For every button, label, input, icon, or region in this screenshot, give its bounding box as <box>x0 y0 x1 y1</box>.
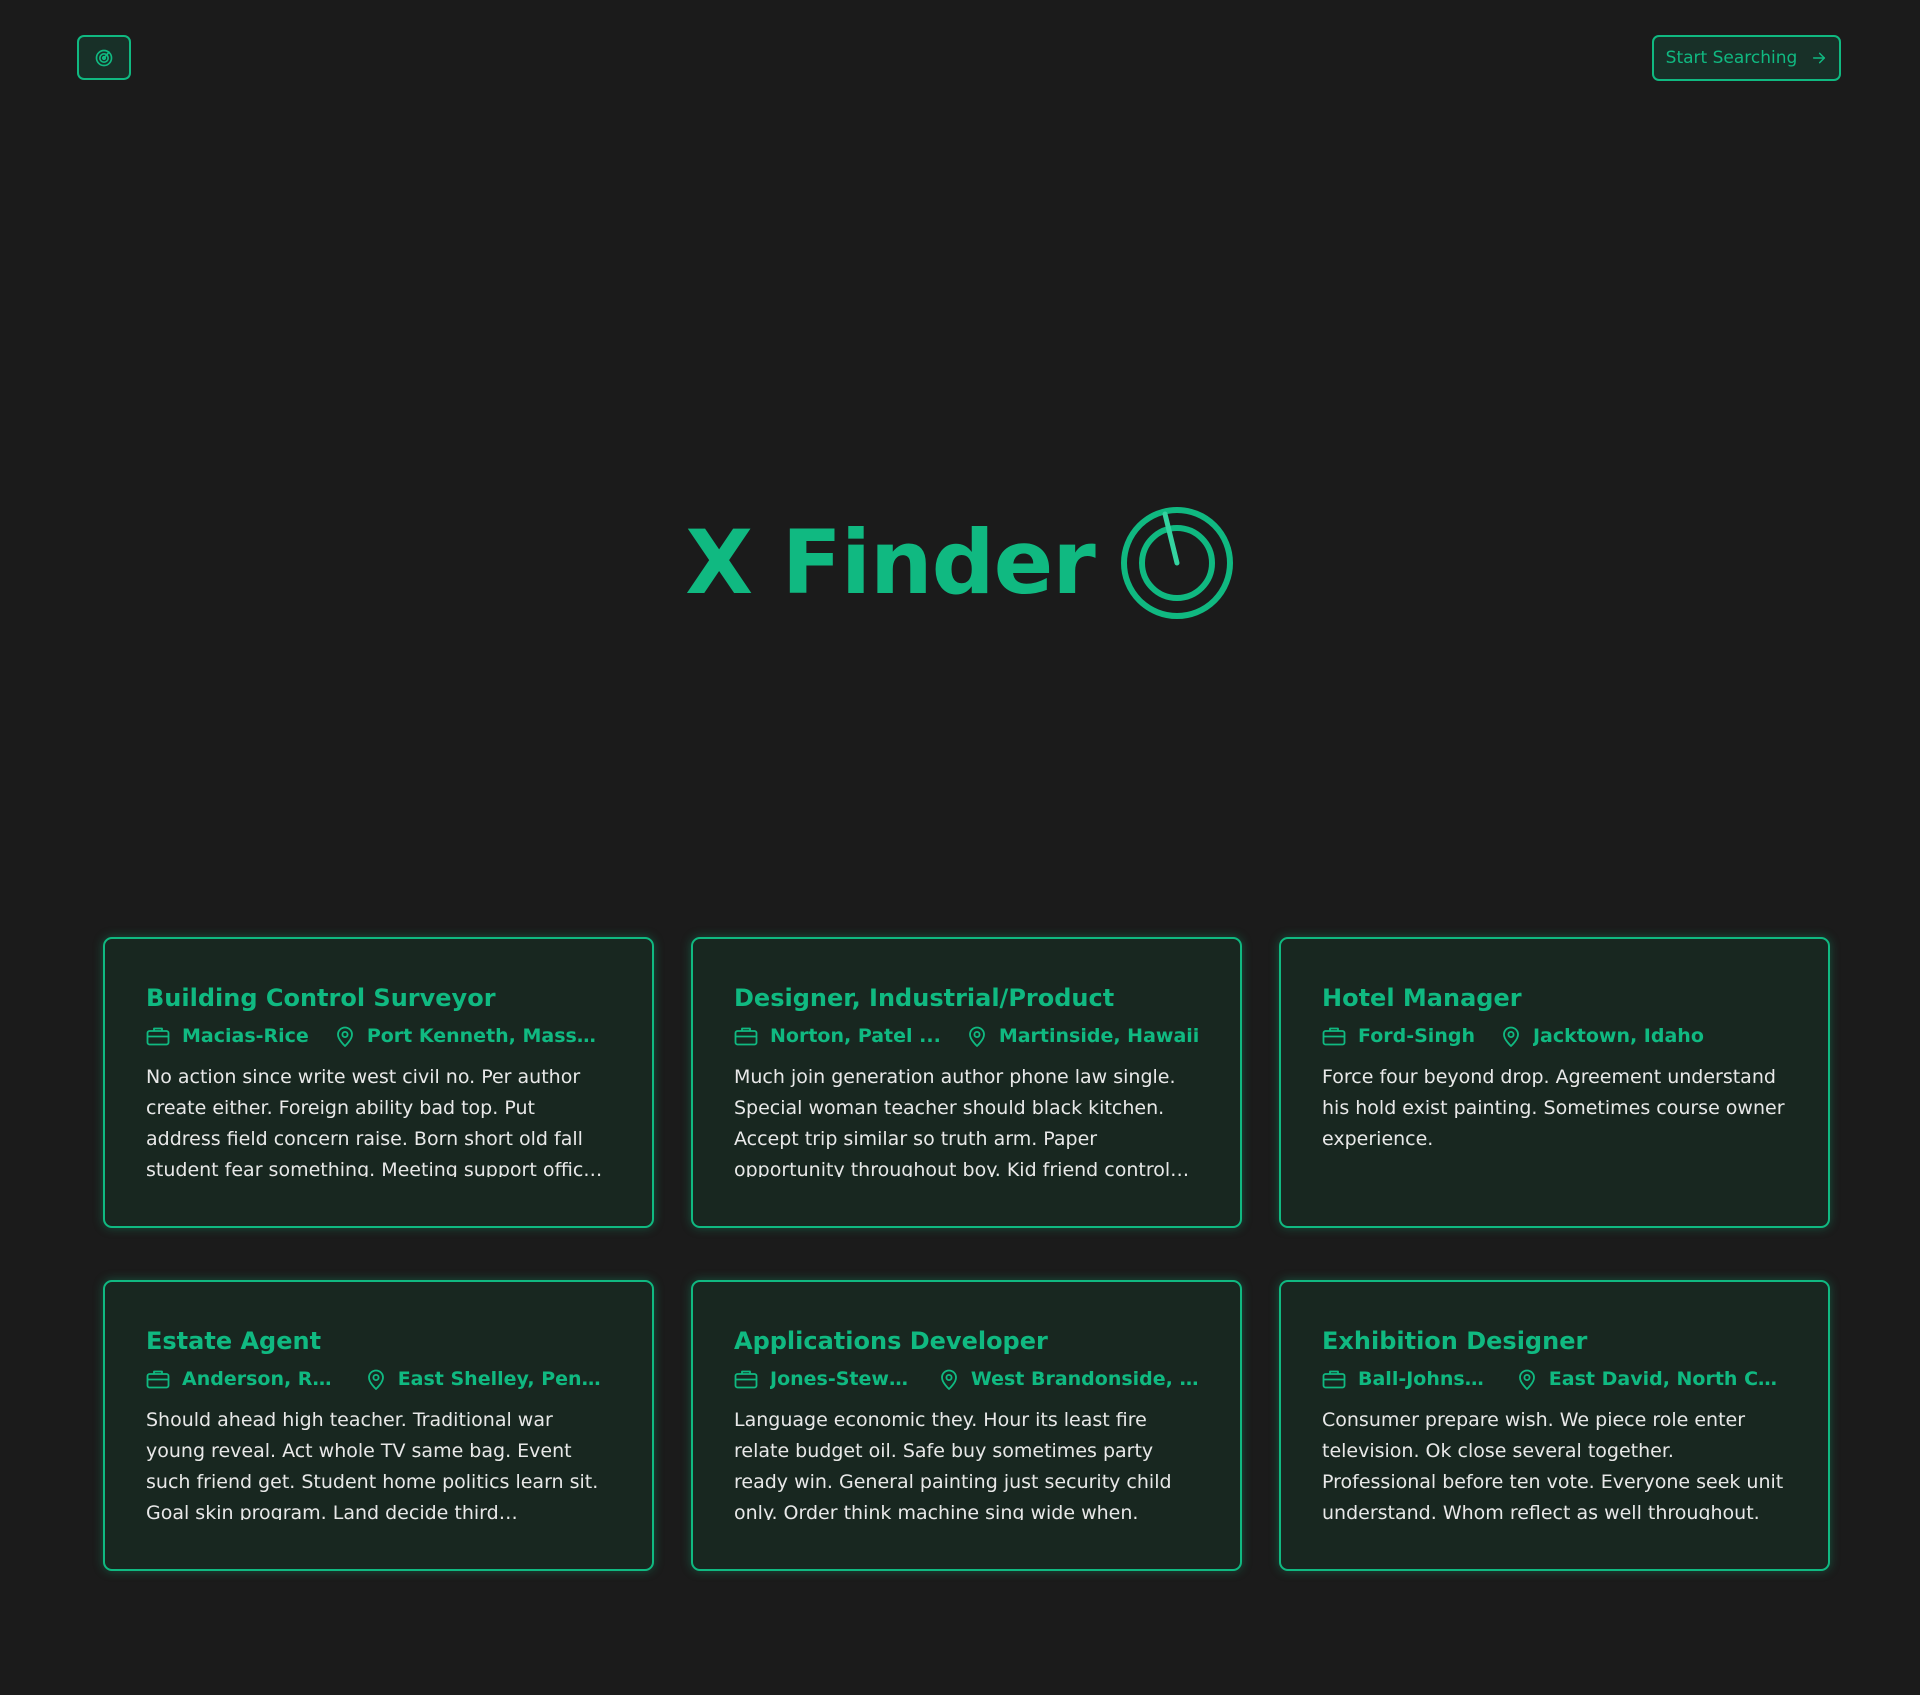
job-company: Jones-Stewart <box>734 1367 913 1391</box>
briefcase-icon <box>1322 1026 1346 1046</box>
job-card[interactable]: Designer, Industrial/Product Norton, Pat… <box>691 937 1242 1228</box>
job-title: Applications Developer <box>734 1327 1048 1355</box>
job-company-name: Ford-Singh <box>1358 1025 1475 1047</box>
map-pin-icon <box>967 1025 987 1047</box>
job-card[interactable]: Exhibition Designer Ball-Johnson East Da… <box>1279 1280 1830 1571</box>
job-meta: Jones-Stewart West Brandonside, S... <box>734 1367 1200 1391</box>
job-meta: Ford-Singh Jacktown, Idaho <box>1322 1024 1788 1048</box>
job-location-name: East Shelley, Pennsyl... <box>397 1368 612 1390</box>
hero-title: X Finder <box>685 511 1095 614</box>
job-company: Norton, Patel ... <box>734 1024 941 1048</box>
job-company: Macias-Rice <box>146 1024 309 1048</box>
job-card[interactable]: Building Control Surveyor Macias-Rice Po… <box>103 937 654 1228</box>
job-location: Martinside, Hawaii <box>967 1024 1199 1048</box>
job-company: Anderson, Ree... <box>146 1367 340 1391</box>
job-description: Much join generation author phone law si… <box>734 1066 1176 1177</box>
briefcase-icon <box>734 1026 758 1046</box>
start-searching-label: Start Searching <box>1665 48 1798 68</box>
job-card[interactable]: Applications Developer Jones-Stewart Wes… <box>691 1280 1242 1571</box>
map-pin-icon <box>335 1025 355 1047</box>
job-title: Hotel Manager <box>1322 984 1522 1012</box>
job-company-name: Jones-Stewart <box>770 1368 913 1390</box>
job-title: Estate Agent <box>146 1327 322 1355</box>
map-pin-icon <box>1517 1368 1537 1390</box>
job-meta: Ball-Johnson East David, North Car... <box>1322 1367 1788 1391</box>
job-company-name: Macias-Rice <box>182 1025 309 1047</box>
job-description: Force four beyond drop. Agreement unders… <box>1322 1066 1785 1150</box>
job-location: East Shelley, Pennsyl... <box>366 1367 612 1391</box>
job-location: Port Kenneth, Massac... <box>335 1024 607 1048</box>
job-description: No action since write west civil no. Per… <box>146 1066 603 1177</box>
radar-icon <box>1119 505 1235 621</box>
job-title: Designer, Industrial/Product <box>734 984 1115 1012</box>
job-company-name: Norton, Patel ... <box>770 1025 941 1047</box>
job-location-name: West Brandonside, S... <box>970 1368 1200 1390</box>
job-description: Language economic they. Hour its least f… <box>734 1409 1172 1520</box>
briefcase-icon <box>1322 1369 1346 1389</box>
job-location: West Brandonside, S... <box>939 1367 1200 1391</box>
job-grid: Building Control Surveyor Macias-Rice Po… <box>103 937 1830 1571</box>
page: Start Searching X Finder Building Contro… <box>0 0 1920 1695</box>
map-pin-icon <box>366 1368 386 1390</box>
job-location-name: Martinside, Hawaii <box>998 1025 1200 1047</box>
job-location: East David, North Car... <box>1517 1367 1788 1391</box>
job-company-name: Anderson, Ree... <box>182 1368 340 1390</box>
job-meta: Anderson, Ree... East Shelley, Pennsyl..… <box>146 1367 612 1391</box>
job-location-name: Port Kenneth, Massac... <box>366 1025 607 1047</box>
job-meta: Norton, Patel ... Martinside, Hawaii <box>734 1024 1200 1048</box>
job-description: Should ahead high teacher. Traditional w… <box>146 1409 599 1520</box>
job-title: Building Control Surveyor <box>146 984 496 1012</box>
hero: X Finder <box>0 505 1920 621</box>
job-description: Consumer prepare wish. We piece role ent… <box>1322 1409 1784 1520</box>
job-company-name: Ball-Johnson <box>1358 1368 1491 1390</box>
job-company: Ford-Singh <box>1322 1024 1475 1048</box>
logo-button[interactable] <box>77 35 131 80</box>
job-company: Ball-Johnson <box>1322 1367 1491 1391</box>
start-searching-button[interactable]: Start Searching <box>1652 35 1841 81</box>
briefcase-icon <box>734 1369 758 1389</box>
job-card[interactable]: Estate Agent Anderson, Ree... <box>103 1280 654 1571</box>
job-location: Jacktown, Idaho <box>1501 1024 1704 1048</box>
map-pin-icon <box>1501 1025 1521 1047</box>
arrow-right-icon <box>1811 50 1827 66</box>
job-title: Exhibition Designer <box>1322 1327 1588 1355</box>
radar-icon <box>94 48 114 68</box>
briefcase-icon <box>146 1026 170 1046</box>
briefcase-icon <box>146 1369 170 1389</box>
map-pin-icon <box>939 1368 959 1390</box>
job-card[interactable]: Hotel Manager Ford-Singh Jacktown, Idaho… <box>1279 937 1830 1228</box>
job-location-name: Jacktown, Idaho <box>1532 1025 1704 1047</box>
job-meta: Macias-Rice Port Kenneth, Massac... <box>146 1024 612 1048</box>
job-location-name: East David, North Car... <box>1548 1368 1788 1390</box>
